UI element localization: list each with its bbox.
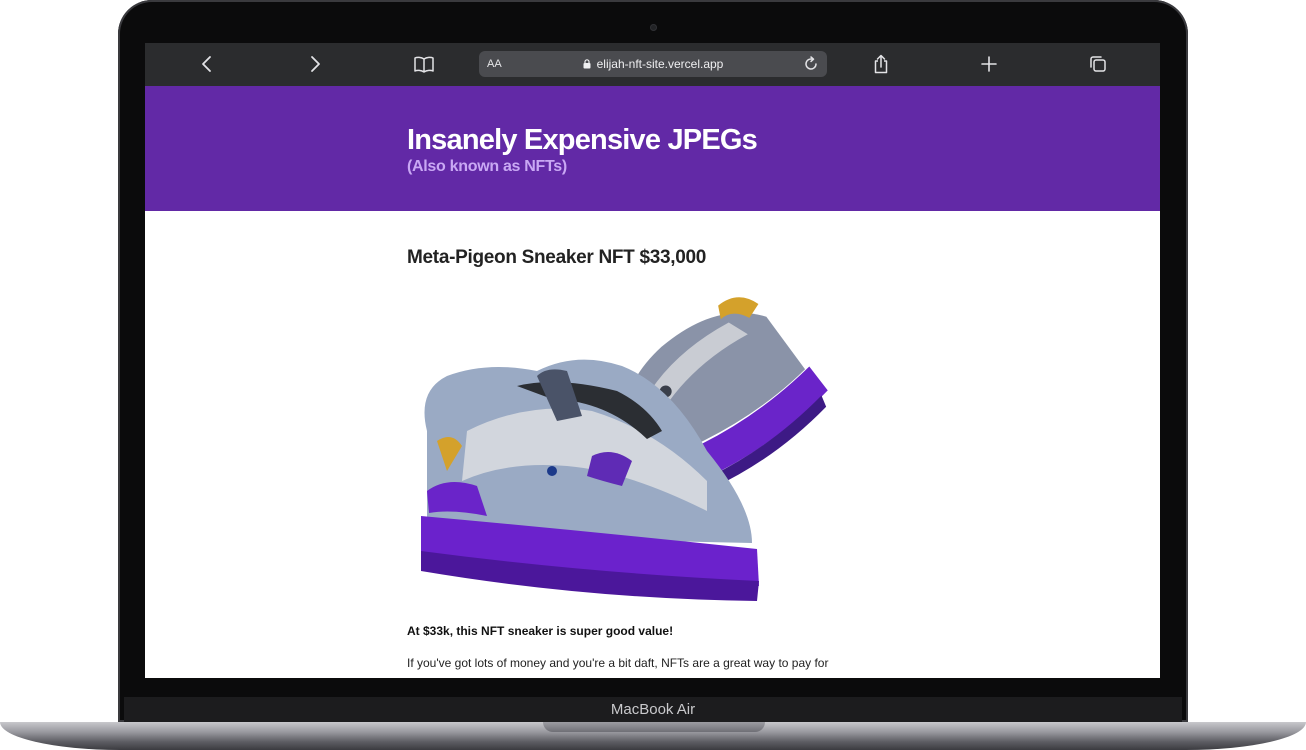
address-bar[interactable]: AA elijah-nft-site.vercel.app <box>479 51 827 77</box>
tabs-icon <box>1090 56 1106 72</box>
bookmarks-button[interactable] <box>409 51 439 77</box>
post-title: Meta-Pigeon Sneaker NFT $33,000 <box>407 247 707 268</box>
new-tab-button[interactable] <box>974 51 1004 77</box>
site-header: Insanely Expensive JPEGs (Also known as … <box>145 86 1160 211</box>
share-icon <box>874 54 888 74</box>
back-icon <box>202 56 211 72</box>
url-display[interactable]: elijah-nft-site.vercel.app <box>479 57 827 71</box>
share-button[interactable] <box>866 51 896 77</box>
laptop-model-label: MacBook Air <box>610 701 696 718</box>
camera-icon <box>650 24 657 31</box>
lock-icon <box>583 59 591 69</box>
browser-toolbar: AA elijah-nft-site.vercel.app <box>145 43 1160 87</box>
laptop-notch <box>543 722 765 732</box>
reload-icon[interactable] <box>801 54 821 74</box>
forward-button[interactable] <box>300 51 330 77</box>
site-title: Insanely Expensive JPEGs <box>407 124 758 156</box>
forward-icon <box>311 56 320 72</box>
new-tab-icon <box>981 56 997 72</box>
sneaker-image <box>421 297 828 601</box>
back-button[interactable] <box>192 51 222 77</box>
site-subtitle: (Also known as NFTs) <box>407 158 567 175</box>
screen: AA elijah-nft-site.vercel.app Insanely E… <box>145 43 1160 678</box>
post-body: If you've got lots of money and you're a… <box>407 656 829 670</box>
bookmarks-icon <box>414 56 434 73</box>
post-lead: At $33k, this NFT sneaker is super good … <box>407 624 674 638</box>
tabs-overview-button[interactable] <box>1083 51 1113 77</box>
url-text: elijah-nft-site.vercel.app <box>596 57 724 71</box>
